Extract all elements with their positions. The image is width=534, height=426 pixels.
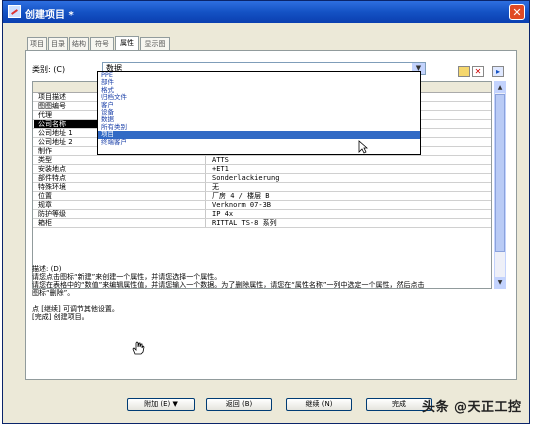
property-value[interactable]: ATTS	[210, 156, 229, 164]
description-line: [完成] 创建项目。	[32, 313, 89, 321]
dropdown-option[interactable]: 格式	[98, 86, 420, 94]
property-name: 规章	[34, 201, 206, 209]
property-value[interactable]: RITTAL TS-8 系列	[210, 219, 277, 227]
table-row[interactable]: 防护等级 IP 4x	[33, 210, 491, 219]
dropdown-option[interactable]: 项目	[98, 130, 420, 139]
description-line: 请您在表格中的“数值”来编辑属性值，并请您输入一个数据。为了删除属性，请您在“属…	[32, 281, 425, 289]
property-name: 箱柜	[34, 219, 206, 227]
delete-icon[interactable]: ✕	[472, 66, 484, 77]
property-name: 特殊环境	[34, 183, 206, 191]
dropdown-option[interactable]: 设备	[98, 108, 420, 116]
window-title: 创建项目 *	[25, 10, 74, 21]
property-value[interactable]: +ET1	[210, 165, 229, 173]
table-row[interactable]: 安装地点 +ET1	[33, 165, 491, 174]
tab-display[interactable]: 显示图	[140, 37, 170, 50]
property-value[interactable]: IP 4x	[210, 210, 233, 218]
dropdown-option[interactable]: 终端客户	[98, 138, 420, 146]
watermark: 头条 @天正工控	[422, 400, 522, 415]
tab-structure[interactable]: 结构	[69, 37, 89, 50]
tab-properties[interactable]: 属性	[115, 36, 139, 50]
next-button[interactable]: 继续 (N)	[286, 398, 352, 411]
property-value[interactable]: 厂房 4 / 楼层 B	[210, 192, 270, 200]
category-label: 类别: (C)	[32, 65, 66, 74]
table-row[interactable]: 位置 厂房 4 / 楼层 B	[33, 192, 491, 201]
property-value[interactable]: Verknorm 07-3B	[210, 201, 271, 209]
chevron-down-icon: ▼	[172, 400, 178, 408]
dropdown-option[interactable]: 数据	[98, 115, 420, 123]
description-line: 点 [继续] 可调节其他设置。	[32, 305, 119, 313]
description-label: 描述: (D)	[32, 265, 62, 273]
table-row[interactable]: 特殊环境无	[33, 183, 491, 192]
table-row[interactable]: 规章 Verknorm 07-3B	[33, 201, 491, 210]
scroll-up-icon[interactable]: ▲	[495, 82, 505, 93]
dropdown-option[interactable]: PPE	[98, 72, 420, 79]
dialog-window: 创建项目 * ✕ 项目 目录 结构 符号 属性 显示图 类别: (C) 数据 ▼…	[2, 0, 530, 424]
hand-cursor-icon	[132, 341, 145, 355]
additional-label: 附加 (E)	[144, 400, 171, 408]
property-name: 类型	[34, 156, 206, 164]
tab-project[interactable]: 项目	[27, 37, 47, 50]
property-name: 部件特点	[34, 174, 206, 182]
close-button[interactable]: ✕	[509, 4, 525, 20]
new-icon[interactable]	[458, 66, 470, 77]
property-value[interactable]: Sonderlackierung	[210, 174, 279, 182]
arrow-right-icon[interactable]: ▸	[492, 66, 504, 77]
scroll-thumb[interactable]	[495, 94, 505, 252]
tab-directory[interactable]: 目录	[48, 37, 68, 50]
app-icon	[8, 5, 21, 18]
property-name: 安装地点	[34, 165, 206, 173]
additional-button[interactable]: 附加 (E) ▼	[127, 398, 195, 411]
table-row[interactable]: 箱柜 RITTAL TS-8 系列	[33, 219, 491, 228]
category-dropdown-list[interactable]: PPE 部件 格式 归档文件 客户 设备 数据 所有类别 项目 终端客户	[97, 71, 421, 155]
property-name: 防护等级	[34, 210, 206, 218]
description-line: 图标“删除”。	[32, 289, 75, 297]
dropdown-option[interactable]: 客户	[98, 101, 420, 109]
tab-symbols[interactable]: 符号	[90, 37, 114, 50]
property-value[interactable]: 无	[210, 183, 219, 191]
description-line: 请您点击图标“新建”来创建一个属性，并请您选择一个属性。	[32, 273, 222, 281]
dropdown-option[interactable]: 部件	[98, 78, 420, 86]
dropdown-option[interactable]: 所有类别	[98, 123, 420, 131]
description-section: 描述: (D) 请您点击图标“新建”来创建一个属性，并请您选择一个属性。 请您在…	[32, 265, 510, 321]
back-button[interactable]: 返回 (B)	[206, 398, 272, 411]
table-row[interactable]: 类型 ATTS	[33, 156, 491, 165]
mouse-pointer-icon	[358, 140, 368, 154]
description-line	[32, 297, 510, 305]
vertical-scrollbar[interactable]: ▲ ▼	[494, 81, 506, 289]
property-name: 位置	[34, 192, 206, 200]
table-row[interactable]: 部件特点 Sonderlackierung	[33, 174, 491, 183]
dropdown-option[interactable]: 归档文件	[98, 93, 420, 101]
title-bar[interactable]: 创建项目 * ✕	[3, 1, 529, 23]
